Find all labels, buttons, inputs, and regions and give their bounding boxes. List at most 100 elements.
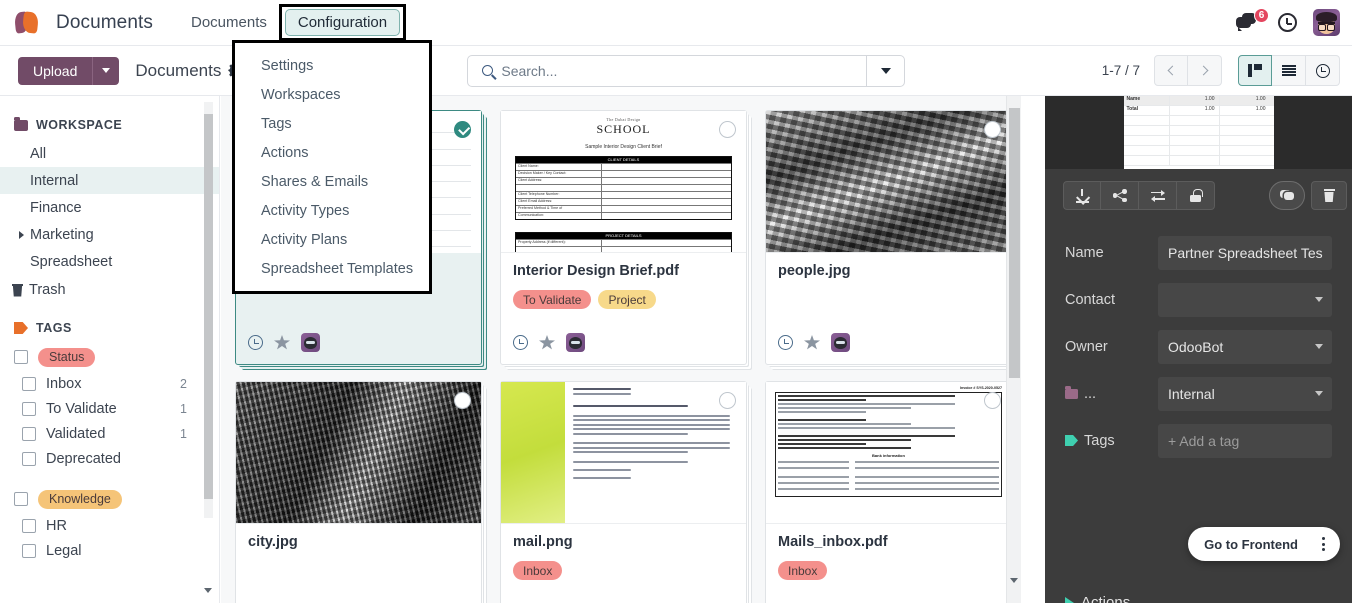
sidebar-item-trash[interactable]: Trash (0, 275, 219, 305)
next-page-button[interactable] (1188, 55, 1222, 86)
sidebar-item-spreadsheet[interactable]: Spreadsheet (0, 248, 219, 275)
sidebar-item-internal[interactable]: Internal (0, 167, 219, 194)
card-select-checkbox[interactable] (454, 121, 471, 138)
checkbox[interactable] (14, 492, 28, 506)
owner-avatar[interactable] (566, 333, 585, 352)
document-card[interactable]: people.jpg (765, 110, 1012, 365)
view-kanban-button[interactable] (1238, 55, 1272, 86)
sidebar-scroll-down-arrow[interactable] (204, 588, 213, 603)
owner-select[interactable]: OdooBot (1158, 329, 1332, 364)
document-card[interactable]: Invoice # SYS-2020-0527 Bank information… (765, 381, 1012, 603)
nav-item-configuration[interactable]: Configuration (284, 9, 401, 36)
config-item-shares-emails[interactable]: Shares & Emails (235, 167, 429, 196)
config-item-tags[interactable]: Tags (235, 109, 429, 138)
share-button[interactable] (1101, 181, 1139, 210)
card-select-checkbox[interactable] (719, 121, 736, 138)
tag-item-to-validate[interactable]: To Validate 1 (0, 396, 219, 421)
workspace-select[interactable]: Internal (1158, 376, 1332, 411)
upload-dropdown-button[interactable] (92, 56, 120, 85)
checkbox[interactable] (14, 350, 28, 364)
card-thumbnail[interactable]: Invoice # SYS-2020-0527 Bank information (766, 382, 1011, 524)
card-thumbnail[interactable] (501, 382, 746, 524)
tag-item-inbox[interactable]: Inbox 2 (0, 371, 219, 396)
tag-group-status[interactable]: Status (0, 343, 219, 371)
sidebar-item-all[interactable]: All (0, 140, 219, 167)
config-item-workspaces[interactable]: Workspaces (235, 80, 429, 109)
document-card[interactable]: The Dubai Design SCHOOL Sample Interior … (500, 110, 747, 365)
tags-input[interactable]: + Add a tag (1158, 423, 1332, 458)
card-thumbnail[interactable] (766, 111, 1011, 253)
owner-avatar[interactable] (301, 333, 320, 352)
card-select-checkbox[interactable] (454, 392, 471, 409)
sidebar-scrollbar-thumb[interactable] (204, 114, 213, 499)
checkbox[interactable] (22, 451, 36, 466)
schedule-activity-icon[interactable] (513, 335, 528, 350)
user-avatar[interactable] (1313, 9, 1340, 36)
activities-clock-icon[interactable] (1278, 13, 1297, 32)
lock-button[interactable] (1177, 181, 1215, 210)
card-thumbnail[interactable]: The Dubai Design SCHOOL Sample Interior … (501, 111, 746, 253)
sidebar-item-marketing[interactable]: Marketing (0, 221, 219, 248)
replace-button[interactable] (1139, 181, 1177, 210)
config-item-spreadsheet-templates[interactable]: Spreadsheet Templates (235, 254, 429, 283)
pdf-row-label: Client Telephone Number: (516, 192, 602, 198)
schedule-activity-icon[interactable] (778, 335, 793, 350)
grid-scrollbar-thumb[interactable] (1009, 108, 1020, 378)
grid-scroll-down-arrow[interactable] (1010, 578, 1018, 601)
search-input[interactable] (501, 62, 867, 79)
checkbox[interactable] (22, 543, 36, 558)
config-item-settings[interactable]: Settings (235, 51, 429, 80)
go-to-frontend-button[interactable]: Go to Frontend (1188, 537, 1310, 552)
tag-label: Validated (46, 425, 106, 442)
tag-item-deprecated[interactable]: Deprecated (0, 446, 219, 471)
checkbox[interactable] (22, 426, 36, 441)
config-item-activity-plans[interactable]: Activity Plans (235, 225, 429, 254)
card-tag[interactable]: Inbox (513, 561, 563, 580)
download-button[interactable] (1063, 181, 1101, 210)
checkbox[interactable] (22, 401, 36, 416)
favorite-star-icon[interactable] (804, 335, 820, 350)
previous-page-button[interactable] (1154, 55, 1188, 86)
grid-scrollbar[interactable] (1006, 96, 1021, 603)
more-options-button[interactable] (1310, 531, 1336, 557)
card-tag[interactable]: Project (598, 290, 656, 309)
document-card[interactable]: mail.png Inbox (500, 381, 747, 603)
card-tag[interactable]: Inbox (778, 561, 828, 580)
card-select-checkbox[interactable] (984, 392, 1001, 409)
tag-item-hr[interactable]: HR (0, 513, 219, 538)
card-select-checkbox[interactable] (984, 121, 1001, 138)
sidebar-scrollbar[interactable] (204, 102, 213, 518)
view-list-button[interactable] (1272, 55, 1306, 86)
odoo-logo-icon[interactable] (13, 9, 44, 37)
card-thumbnail[interactable] (236, 382, 481, 524)
nav-item-documents[interactable]: Documents (181, 9, 277, 36)
favorite-star-icon[interactable] (274, 335, 290, 350)
messages-icon[interactable]: 6 (1236, 7, 1269, 35)
preview-row: Total 1.00 1.00 (1123, 106, 1274, 116)
config-item-activity-types[interactable]: Activity Types (235, 196, 429, 225)
owner-avatar[interactable] (831, 333, 850, 352)
view-activity-button[interactable] (1306, 55, 1340, 86)
card-select-checkbox[interactable] (719, 392, 736, 409)
card-tag[interactable]: To Validate (513, 290, 592, 309)
chatter-button[interactable] (1269, 181, 1305, 210)
document-card[interactable]: city.jpg (235, 381, 482, 603)
breadcrumb-documents[interactable]: Documents (135, 61, 221, 81)
expand-arrow-icon[interactable] (19, 230, 24, 239)
search-dropdown-toggle[interactable] (866, 55, 904, 86)
name-input[interactable]: Partner Spreadsheet Tes (1158, 235, 1332, 270)
contact-select[interactable] (1158, 282, 1332, 317)
actions-section-header[interactable]: Actions (1065, 594, 1130, 603)
document-preview[interactable]: Name 1.00 1.00 Total 1.00 1.00 (1045, 96, 1352, 169)
checkbox[interactable] (22, 376, 36, 391)
checkbox[interactable] (22, 518, 36, 533)
favorite-star-icon[interactable] (539, 335, 555, 350)
upload-button[interactable]: Upload (18, 56, 93, 85)
sidebar-item-finance[interactable]: Finance (0, 194, 219, 221)
config-item-actions[interactable]: Actions (235, 138, 429, 167)
tag-item-legal[interactable]: Legal (0, 538, 219, 563)
delete-button[interactable] (1311, 181, 1347, 210)
tag-group-knowledge[interactable]: Knowledge (0, 485, 219, 513)
schedule-activity-icon[interactable] (248, 335, 263, 350)
tag-item-validated[interactable]: Validated 1 (0, 421, 219, 446)
